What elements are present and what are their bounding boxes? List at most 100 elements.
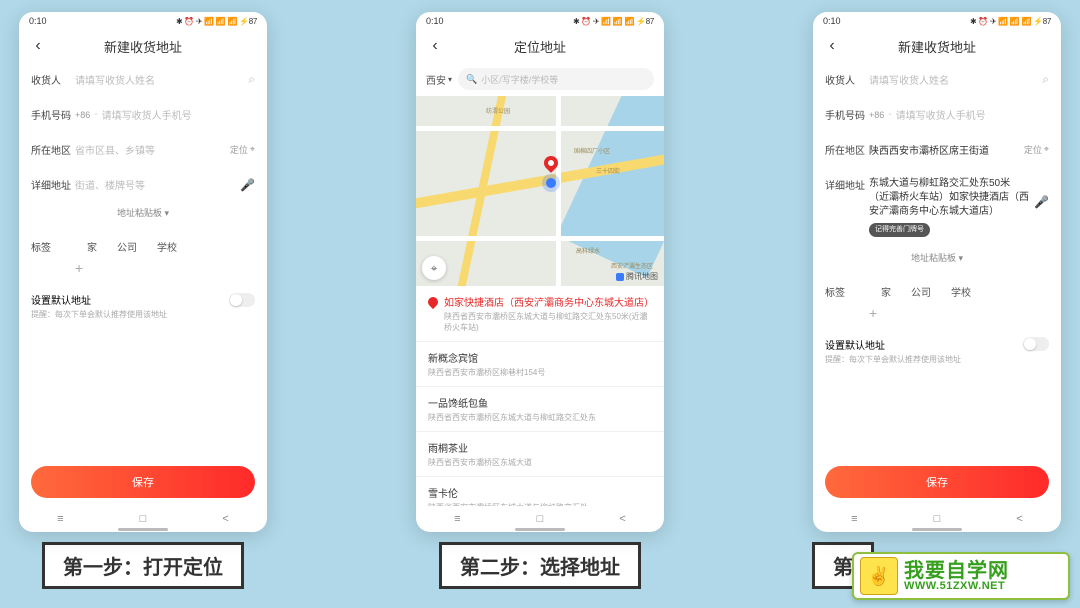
phone-input[interactable]: 请填写收货人手机号 bbox=[102, 107, 255, 122]
nav-home[interactable]: □ bbox=[534, 513, 546, 525]
phone-row[interactable]: 手机号码 +86 - 请填写收货人手机号 bbox=[19, 97, 267, 132]
nav-back[interactable]: < bbox=[1014, 513, 1026, 525]
receiver-label: 收货人 bbox=[825, 72, 869, 87]
page-title: 定位地址 bbox=[444, 37, 636, 56]
status-time: 0:10 bbox=[426, 16, 444, 26]
current-location-dot bbox=[546, 178, 556, 188]
detail-label: 详细地址 bbox=[825, 177, 869, 192]
region-label: 所在地区 bbox=[825, 142, 869, 157]
detail-row[interactable]: 详细地址 街道、楼牌号等 🎤 bbox=[19, 167, 267, 202]
nav-home[interactable]: □ bbox=[931, 513, 943, 525]
default-address-row: 设置默认地址 bbox=[813, 327, 1061, 354]
poi-title: 如家快捷酒店（西安浐灞商务中心东城大道店） bbox=[444, 294, 652, 309]
tag-label: 标签 bbox=[825, 284, 869, 299]
default-hint: 提醒：每次下单会默认推荐使用该地址 bbox=[813, 354, 1061, 373]
poi-item[interactable]: 一品馋纸包鱼 陕西省西安市灞桥区东城大道与柳虹路交汇处东 bbox=[416, 387, 664, 432]
app-header: ‹ 定位地址 bbox=[416, 30, 664, 62]
detail-input[interactable]: 街道、楼牌号等 bbox=[75, 177, 236, 192]
app-header: ‹ 新建收货地址 bbox=[813, 30, 1061, 62]
step-2-caption: 第二步：选择地址 bbox=[439, 542, 641, 589]
receiver-row[interactable]: 收货人 请填写收货人姓名 ⌕ bbox=[813, 62, 1061, 97]
nav-recent[interactable]: ≡ bbox=[54, 513, 66, 525]
search-input[interactable]: 🔍 小区/写字楼/学校等 bbox=[458, 68, 654, 90]
tag-company[interactable]: 公司 bbox=[117, 239, 137, 254]
gesture-pill bbox=[912, 528, 962, 531]
status-icons: ✱ ⏰ ✈ 📶 📶 📶 ⚡87 bbox=[176, 17, 257, 26]
gesture-pill bbox=[515, 528, 565, 531]
detail-value[interactable]: 东城大道与柳虹路交汇处东50米（近灞桥火车站）如家快捷酒店（西安浐灞商务中心东城… bbox=[869, 177, 1030, 237]
phone-row[interactable]: 手机号码 +86 - 请填写收货人手机号 bbox=[813, 97, 1061, 132]
voice-icon[interactable]: 🎤 bbox=[240, 178, 255, 192]
status-bar: 0:10 ✱ ⏰ ✈ 📶 📶 📶 ⚡87 bbox=[19, 12, 267, 30]
region-input[interactable]: 省市区县、乡镇等 bbox=[75, 142, 230, 157]
back-button[interactable]: ‹ bbox=[823, 37, 841, 55]
nav-home[interactable]: □ bbox=[137, 513, 149, 525]
nav-back[interactable]: < bbox=[617, 513, 629, 525]
nav-recent[interactable]: ≡ bbox=[848, 513, 860, 525]
locate-button[interactable]: 定位⌖ bbox=[230, 143, 255, 156]
poi-item[interactable]: 雪卡伦 陕西省西安市灞桥区东城大道与柳虹路交汇处 bbox=[416, 477, 664, 506]
page-title: 新建收货地址 bbox=[47, 37, 239, 56]
tag-label: 标签 bbox=[31, 239, 75, 254]
save-button[interactable]: 保存 bbox=[31, 466, 255, 498]
phone-prefix[interactable]: +86 bbox=[75, 110, 90, 120]
status-bar: 0:10 ✱ ⏰ ✈ 📶 📶 📶 ⚡87 bbox=[416, 12, 664, 30]
detail-row[interactable]: 详细地址 东城大道与柳虹路交汇处东50米（近灞桥火车站）如家快捷酒店（西安浐灞商… bbox=[813, 167, 1061, 247]
default-address-row: 设置默认地址 bbox=[19, 282, 267, 309]
phone-prefix[interactable]: +86 bbox=[869, 110, 884, 120]
contacts-icon[interactable]: ⌕ bbox=[1042, 72, 1049, 87]
contacts-icon[interactable]: ⌕ bbox=[248, 72, 255, 87]
door-number-tip: 记得完善门牌号 bbox=[869, 223, 930, 237]
receiver-input[interactable]: 请填写收货人姓名 bbox=[869, 72, 1038, 87]
tag-row: 标签 家 公司 学校 bbox=[19, 233, 267, 260]
default-toggle[interactable] bbox=[1023, 337, 1049, 351]
recenter-button[interactable]: ⌖ bbox=[422, 256, 446, 280]
logo-title: 我要自学网 bbox=[904, 561, 1009, 581]
region-value[interactable]: 陕西西安市灞桥区席王街道 bbox=[869, 142, 1024, 157]
city-selector[interactable]: 西安▾ bbox=[426, 72, 452, 87]
nav-recent[interactable]: ≡ bbox=[451, 513, 463, 525]
tag-company[interactable]: 公司 bbox=[911, 284, 931, 299]
tag-home[interactable]: 家 bbox=[881, 284, 891, 299]
watermark-logo: ✌ 我要自学网 WWW.51ZXW.NET bbox=[852, 552, 1070, 600]
poi-item[interactable]: 雨桐茶业 陕西省西安市灞桥区东城大道 bbox=[416, 432, 664, 477]
poi-list: 如家快捷酒店（西安浐灞商务中心东城大道店） 陕西省西安市灞桥区东城大道与柳虹路交… bbox=[416, 286, 664, 506]
default-hint: 提醒：每次下单会默认推荐使用该地址 bbox=[19, 309, 267, 328]
save-button[interactable]: 保存 bbox=[825, 466, 1049, 498]
status-icons: ✱ ⏰ ✈ 📶 📶 📶 ⚡87 bbox=[970, 17, 1051, 26]
voice-icon[interactable]: 🎤 bbox=[1034, 195, 1049, 209]
app-header: ‹ 新建收货地址 bbox=[19, 30, 267, 62]
default-label: 设置默认地址 bbox=[31, 292, 91, 307]
status-bar: 0:10 ✱ ⏰ ✈ 📶 📶 📶 ⚡87 bbox=[813, 12, 1061, 30]
tag-school[interactable]: 学校 bbox=[157, 239, 177, 254]
step-1-caption: 第一步：打开定位 bbox=[42, 542, 244, 589]
form-body: 收货人 请填写收货人姓名 ⌕ 手机号码 +86 - 请填写收货人手机号 所在地区… bbox=[813, 62, 1061, 466]
poi-sub: 陕西省西安市灞桥区东城大道与柳虹路交汇处东50米(近灞桥火车站) bbox=[444, 311, 652, 333]
nav-back[interactable]: < bbox=[220, 513, 232, 525]
map-view[interactable]: 纺渭公园 国棉四厂小区 三十四街 高科绿水 西安浐灞生态区 ⌖ 腾讯地图 bbox=[416, 96, 664, 286]
default-toggle[interactable] bbox=[229, 293, 255, 307]
tag-row: 标签 家 公司 学校 bbox=[813, 278, 1061, 305]
gesture-pill bbox=[118, 528, 168, 531]
add-tag-button[interactable]: + bbox=[813, 305, 1061, 327]
search-icon: 🔍 bbox=[466, 74, 477, 85]
clipboard-toggle[interactable]: 地址粘贴板 ▾ bbox=[813, 247, 1061, 278]
tag-home[interactable]: 家 bbox=[87, 239, 97, 254]
receiver-label: 收货人 bbox=[31, 72, 75, 87]
screen-1-new-address: 0:10 ✱ ⏰ ✈ 📶 📶 📶 ⚡87 ‹ 新建收货地址 收货人 请填写收货人… bbox=[19, 12, 267, 532]
receiver-row[interactable]: 收货人 请填写收货人姓名 ⌕ bbox=[19, 62, 267, 97]
poi-item[interactable]: 新概念宾馆 陕西省西安市灞桥区柳巷村154号 bbox=[416, 342, 664, 387]
locate-button[interactable]: 定位⌖ bbox=[1024, 143, 1049, 156]
logo-icon: ✌ bbox=[860, 557, 898, 595]
status-time: 0:10 bbox=[823, 16, 841, 26]
tag-school[interactable]: 学校 bbox=[951, 284, 971, 299]
region-row[interactable]: 所在地区 省市区县、乡镇等 定位⌖ bbox=[19, 132, 267, 167]
back-button[interactable]: ‹ bbox=[29, 37, 47, 55]
poi-item-selected[interactable]: 如家快捷酒店（西安浐灞商务中心东城大道店） 陕西省西安市灞桥区东城大道与柳虹路交… bbox=[416, 286, 664, 342]
phone-input[interactable]: 请填写收货人手机号 bbox=[896, 107, 1049, 122]
receiver-input[interactable]: 请填写收货人姓名 bbox=[75, 72, 244, 87]
add-tag-button[interactable]: + bbox=[19, 260, 267, 282]
region-row[interactable]: 所在地区 陕西西安市灞桥区席王街道 定位⌖ bbox=[813, 132, 1061, 167]
back-button[interactable]: ‹ bbox=[426, 37, 444, 55]
clipboard-toggle[interactable]: 地址粘贴板 ▾ bbox=[19, 202, 267, 233]
